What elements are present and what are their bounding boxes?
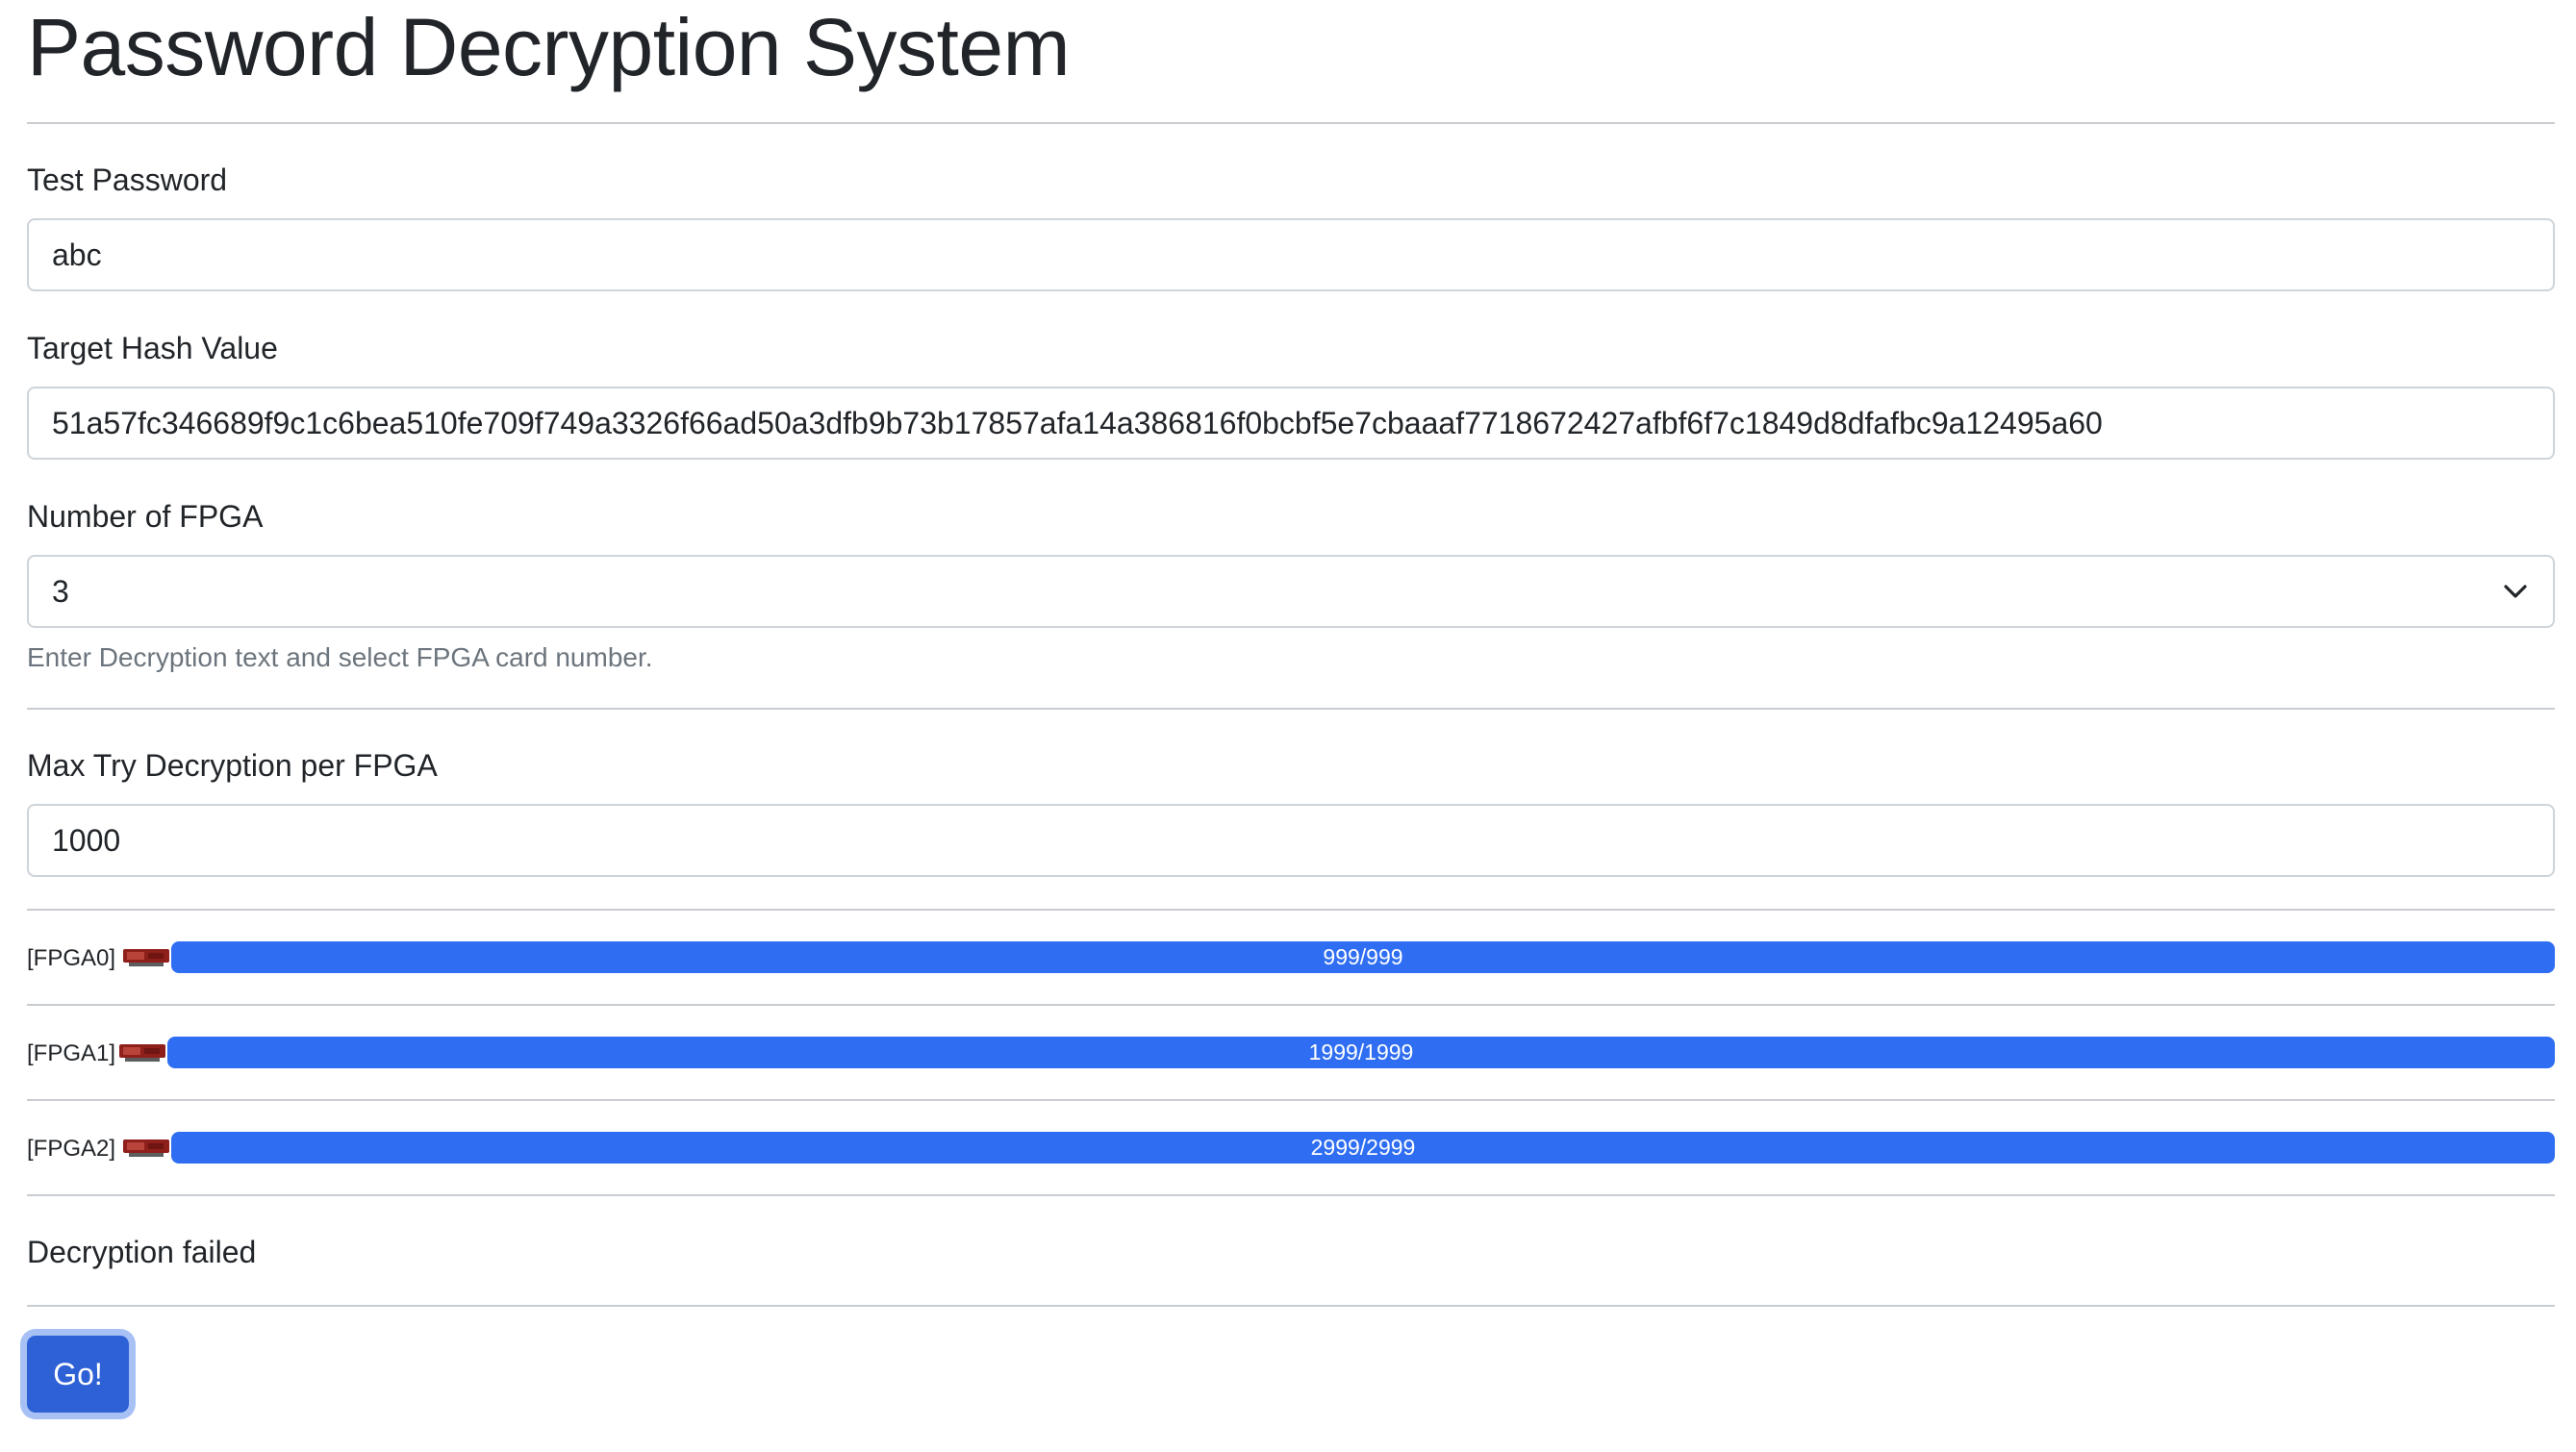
fpga-progress-text: 999/999	[1323, 944, 1403, 969]
target-hash-value: 51a57fc346689f9c1c6bea510fe709f749a3326f…	[52, 406, 2103, 440]
page-title: Password Decryption System	[27, 2, 1071, 92]
fpga-label: [FPGA0]	[27, 945, 116, 971]
divider	[27, 708, 2555, 710]
test-password-input[interactable]: abc	[27, 218, 2555, 291]
fpga-progress-text: 1999/1999	[1308, 1039, 1414, 1064]
test-password-label: Test Password	[27, 163, 228, 197]
decryption-status: Decryption failed	[27, 1235, 257, 1269]
test-password-value: abc	[52, 238, 102, 272]
fpga-progress-row: [FPGA0] 999/999	[27, 941, 2555, 974]
fpga-card-icon	[123, 1139, 169, 1157]
divider	[27, 1004, 2555, 1006]
max-try-value: 1000	[52, 823, 121, 858]
go-button[interactable]: Go!	[27, 1336, 129, 1413]
fpga-progress-bar: 999/999	[171, 941, 2555, 973]
fpga-progress-bar: 1999/1999	[167, 1037, 2555, 1068]
chevron-down-icon	[2504, 585, 2527, 598]
max-try-label: Max Try Decryption per FPGA	[27, 748, 438, 783]
target-hash-input[interactable]: 51a57fc346689f9c1c6bea510fe709f749a3326f…	[27, 387, 2555, 460]
fpga-progress-bar: 2999/2999	[171, 1132, 2555, 1164]
divider	[27, 122, 2555, 124]
fpga-progress-row: [FPGA2] 2999/2999	[27, 1132, 2555, 1164]
fpga-count-label: Number of FPGA	[27, 499, 264, 534]
divider	[27, 1099, 2555, 1101]
max-try-input[interactable]: 1000	[27, 804, 2555, 877]
fpga-label: [FPGA2]	[27, 1136, 116, 1162]
fpga-count-value: 3	[52, 574, 69, 609]
fpga-count-select[interactable]: 3	[27, 555, 2555, 628]
target-hash-label: Target Hash Value	[27, 331, 278, 365]
fpga-card-icon	[119, 1044, 165, 1062]
fpga-count-help-text: Enter Decryption text and select FPGA ca…	[27, 642, 653, 672]
fpga-progress-row: [FPGA1] 1999/1999	[27, 1037, 2555, 1069]
fpga-card-icon	[123, 949, 169, 966]
fpga-progress-text: 2999/2999	[1310, 1135, 1416, 1160]
fpga-label: [FPGA1]	[27, 1040, 116, 1066]
divider	[27, 1305, 2555, 1307]
divider	[27, 1194, 2555, 1196]
divider	[27, 909, 2555, 911]
